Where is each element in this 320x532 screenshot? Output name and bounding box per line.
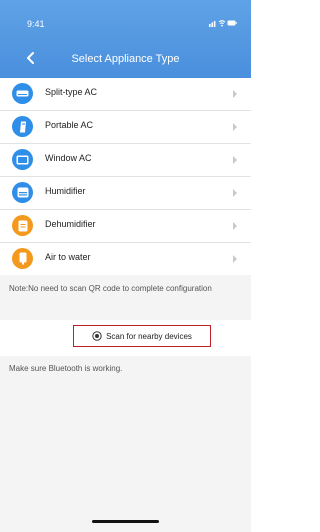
split-ac-icon bbox=[12, 83, 33, 104]
home-indicator bbox=[92, 520, 159, 523]
page-title: Select Appliance Type bbox=[71, 53, 180, 65]
dehumidifier-icon bbox=[12, 215, 33, 236]
appliance-label: Dehumidifier bbox=[45, 219, 96, 229]
scan-icon bbox=[92, 331, 102, 341]
bluetooth-note: Make sure Bluetooth is working. bbox=[9, 364, 123, 373]
status-icons bbox=[209, 18, 237, 28]
scan-button-label: Scan for nearby devices bbox=[106, 331, 192, 341]
signal-wifi-battery-icon bbox=[209, 20, 237, 27]
status-time: 9:41 bbox=[27, 19, 45, 29]
appliance-label: Portable AC bbox=[45, 120, 94, 130]
phone-screen: 9:41 Select Appliance Type Split-type AC… bbox=[0, 0, 251, 532]
appliance-item-air-to-water[interactable]: Air to water bbox=[0, 243, 251, 275]
arrow-right-icon bbox=[233, 189, 237, 197]
no-qr-note: Note:No need to scan QR code to complete… bbox=[9, 284, 212, 293]
humidifier-icon bbox=[12, 182, 33, 203]
appliance-item-humidifier[interactable]: Humidifier bbox=[0, 177, 251, 210]
appliance-item-portable-ac[interactable]: Portable AC bbox=[0, 111, 251, 144]
arrow-right-icon bbox=[233, 156, 237, 164]
appliance-item-dehumidifier[interactable]: Dehumidifier bbox=[0, 210, 251, 243]
appliance-label: Air to water bbox=[45, 252, 91, 262]
arrow-right-icon bbox=[233, 90, 237, 98]
appliance-item-window-ac[interactable]: Window AC bbox=[0, 144, 251, 177]
scan-section: Scan for nearby devices bbox=[0, 320, 251, 356]
appliance-label: Window AC bbox=[45, 153, 92, 163]
appliance-label: Humidifier bbox=[45, 186, 86, 196]
appliance-list: Split-type AC Portable AC Window AC Humi… bbox=[0, 78, 251, 275]
arrow-right-icon bbox=[233, 255, 237, 263]
portable-ac-icon bbox=[12, 116, 33, 137]
appliance-item-split-ac[interactable]: Split-type AC bbox=[0, 78, 251, 111]
arrow-right-icon bbox=[233, 123, 237, 131]
air-to-water-icon bbox=[12, 248, 33, 269]
app-header: 9:41 Select Appliance Type bbox=[0, 0, 251, 78]
scan-nearby-devices-button[interactable]: Scan for nearby devices bbox=[73, 325, 211, 347]
appliance-label: Split-type AC bbox=[45, 87, 98, 97]
arrow-right-icon bbox=[233, 222, 237, 230]
window-ac-icon bbox=[12, 149, 33, 170]
